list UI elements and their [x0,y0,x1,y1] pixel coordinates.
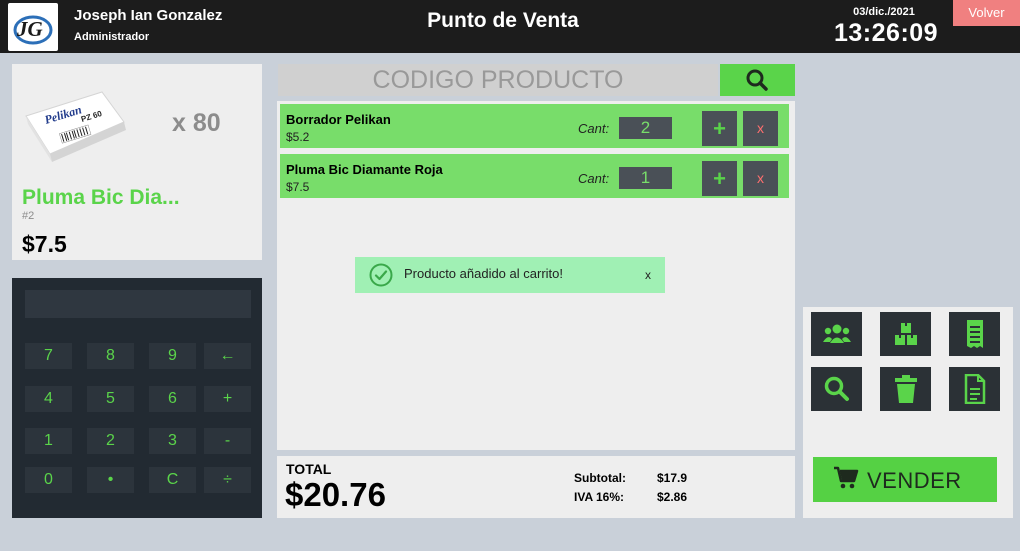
notification-close-button[interactable]: x [645,268,651,282]
cart-item-name: Pluma Bic Diamante Roja [286,162,443,177]
product-preview: Pelikan PZ 60 x 80 Pluma Bic Dia... #2 $… [12,64,262,260]
subtotal-label: Subtotal: [574,471,626,485]
increase-quantity-button[interactable]: + [702,111,737,146]
notification-message: Producto añadido al carrito! [404,266,563,281]
receipts-button[interactable] [949,312,1000,356]
product-image: Pelikan PZ 60 [20,82,132,169]
customers-button[interactable] [811,312,862,356]
users-icon [822,324,851,343]
tax-label: IVA 16%: [574,490,625,504]
remove-item-button[interactable]: x [743,161,778,196]
quantity-field[interactable]: 1 [619,167,672,189]
current-time: 13:26:09 [834,19,939,47]
boxes-icon [894,323,917,345]
actions-panel: VENDER [803,307,1013,518]
product-name: Pluma Bic Dia... [22,186,180,209]
receipt-icon [966,320,983,348]
totals-panel: TOTAL $20.76 Subtotal: $17.9 IVA 16%: $2… [277,456,795,518]
cart-item: Borrador Pelikan $5.2 Cant: 2 + x [280,104,789,148]
back-button[interactable]: Volver [953,0,1020,26]
remove-item-button[interactable]: x [743,111,778,146]
key-2[interactable]: 2 [87,428,134,454]
clear-cart-button[interactable] [880,367,931,411]
product-code-input[interactable] [278,64,718,96]
key-9[interactable]: 9 [149,343,196,369]
key-8[interactable]: 8 [87,343,134,369]
search-button[interactable] [720,64,795,96]
increase-quantity-button[interactable]: + [702,161,737,196]
numeric-keypad: 7 8 9 ← 4 5 6 + 1 2 3 - 0 • C ÷ [12,278,262,518]
key-minus[interactable]: - [204,428,251,454]
cart-item-name: Borrador Pelikan [286,112,391,127]
key-3[interactable]: 3 [149,428,196,454]
product-id: #2 [22,210,35,222]
keypad-display [25,290,251,318]
inventory-button[interactable] [880,312,931,356]
cart-item-price: $7.5 [286,180,310,194]
key-divide[interactable]: ÷ [204,467,251,493]
tax-amount: $2.86 [657,490,688,504]
search-icon [824,376,849,401]
subtotal-amount: $17.9 [657,471,688,485]
success-notification: Producto añadido al carrito! x [355,257,665,293]
cart-item: Pluma Bic Diamante Roja $7.5 Cant: 1 + x [280,154,789,198]
sell-button-label: VENDER [867,468,962,493]
key-clear[interactable]: C [149,467,196,493]
key-5[interactable]: 5 [87,386,134,412]
total-amount: $20.76 [285,476,386,513]
document-icon [964,374,985,404]
key-0[interactable]: 0 [25,467,72,493]
check-circle-icon [369,263,393,292]
key-backspace[interactable]: ← [204,343,251,369]
sell-button[interactable]: VENDER [813,457,997,502]
current-date: 03/dic./2021 [853,6,915,18]
report-button[interactable] [949,367,1000,411]
search-products-button[interactable] [811,367,862,411]
quantity-field[interactable]: 2 [619,117,672,139]
stock-quantity: x 80 [172,109,221,137]
key-4[interactable]: 4 [25,386,72,412]
key-1[interactable]: 1 [25,428,72,454]
search-icon [746,69,768,91]
key-plus[interactable]: + [204,386,251,412]
trash-icon [894,375,917,403]
quantity-label: Cant: [578,121,610,136]
product-price: $7.5 [22,231,67,257]
quantity-label: Cant: [578,171,610,186]
top-bar: JG Joseph Ian Gonzalez Administrador Pun… [0,0,1020,53]
key-dot[interactable]: • [87,467,134,493]
cart-item-price: $5.2 [286,130,310,144]
key-7[interactable]: 7 [25,343,72,369]
key-6[interactable]: 6 [149,386,196,412]
total-label: TOTAL [286,461,332,477]
cart-icon [833,465,859,496]
